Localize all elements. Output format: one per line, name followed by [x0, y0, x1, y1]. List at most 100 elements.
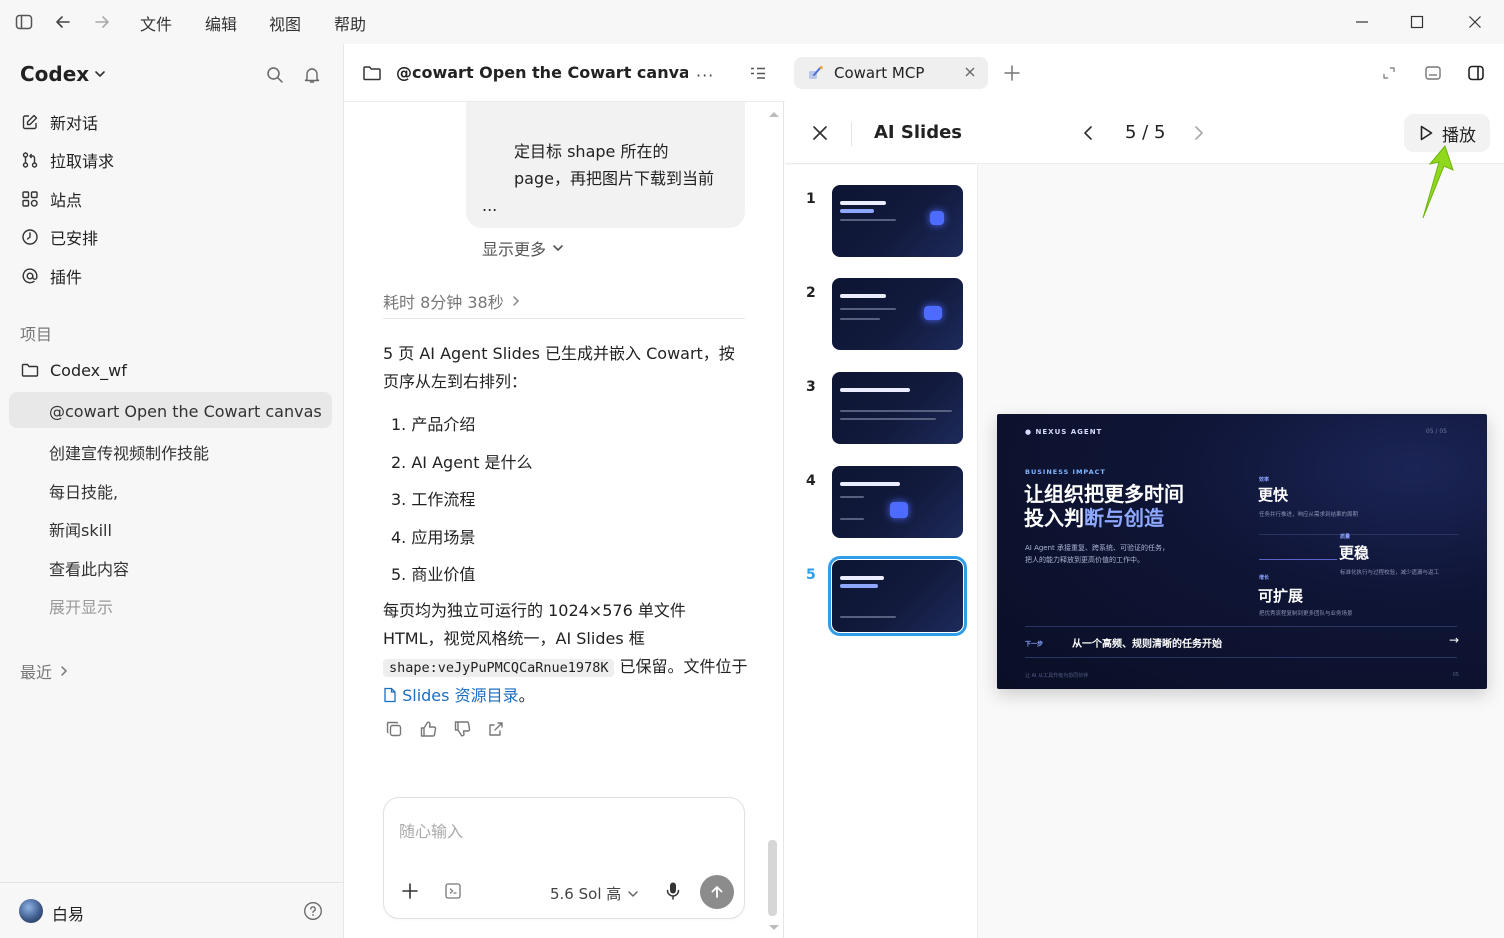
project-name: Codex_wf — [50, 360, 127, 380]
bell-icon[interactable] — [301, 64, 323, 86]
slide-subtitle: AI Agent 承接重复、跨系统、可验证的任务， 把人的能力释放到更高价值的工… — [1025, 542, 1169, 566]
new-tab-icon[interactable] — [1003, 64, 1021, 82]
microphone-icon[interactable] — [664, 881, 682, 901]
maximize-button[interactable] — [1405, 10, 1429, 34]
thread-item[interactable]: 新闻skill — [49, 517, 112, 541]
outline-list-icon[interactable] — [749, 64, 767, 82]
sidebar-toggle-icon[interactable] — [13, 11, 35, 33]
arrow-right-icon: → — [1448, 633, 1459, 647]
paragraph-text: 每页均为独立可运行的 1024×576 单文件 HTML，视觉风格统一，AI S… — [383, 601, 686, 648]
slide-thumbnail[interactable] — [832, 185, 963, 257]
message-actions — [385, 720, 505, 738]
canvas-panel: Cowart MCP AI Slides 5 / 5 播放 1 2 3 4 5 … — [785, 44, 1504, 938]
play-label: 播放 — [1442, 125, 1476, 146]
chevron-left-icon — [1084, 126, 1092, 140]
slide-thumbnail[interactable] — [832, 278, 963, 350]
file-icon — [384, 687, 396, 703]
sidebar-item-new-chat[interactable]: 新对话 — [20, 107, 98, 137]
menu-file[interactable]: 文件 — [140, 11, 172, 35]
slide-thumbnail[interactable] — [832, 466, 963, 538]
expand-icon[interactable] — [1381, 65, 1397, 81]
prev-slide-button[interactable] — [1080, 124, 1096, 142]
list-item: 5. 商业价值 — [391, 565, 476, 584]
forward-arrow-icon[interactable] — [91, 11, 113, 33]
more-options-icon[interactable]: ··· — [696, 66, 714, 85]
menu-edit[interactable]: 编辑 — [205, 11, 237, 35]
slide-thumbnail[interactable] — [832, 372, 963, 444]
chevron-right-icon — [61, 666, 68, 676]
page-indicator: 5 / 5 — [1125, 122, 1166, 143]
back-arrow-icon[interactable] — [52, 11, 74, 33]
slide-kicker: BUSINESS IMPACT — [1025, 468, 1106, 476]
chevron-down-icon — [628, 890, 639, 897]
slide-page: 05 / 05 — [1425, 428, 1447, 435]
slide-brand: ● NEXUS AGENT — [1025, 428, 1103, 436]
thread-item[interactable]: 每日技能, — [49, 479, 118, 503]
sidebar-item-pull-requests[interactable]: 拉取请求 — [20, 145, 114, 175]
message-input[interactable]: 随心输入 — [399, 818, 463, 842]
sidebar-item-plugins[interactable]: 插件 — [20, 261, 82, 291]
send-button[interactable] — [700, 875, 734, 909]
list-item: 3. 工作流程 — [391, 490, 476, 509]
thumbs-up-icon[interactable] — [419, 720, 437, 738]
pull-request-icon — [20, 150, 40, 170]
thread-item[interactable]: 创建宣传视频制作技能 — [49, 440, 209, 464]
scroll-down-icon[interactable] — [768, 924, 780, 932]
project-folder[interactable]: Codex_wf — [20, 355, 127, 385]
shape-id-code: shape:veJyPuPMCQCaRnue1978K — [383, 659, 615, 677]
grid-icon — [20, 189, 40, 209]
next-slide-button[interactable] — [1191, 124, 1207, 142]
workspace-switcher[interactable]: Codex — [20, 62, 107, 86]
skills-icon[interactable] — [444, 882, 462, 900]
thumb-number-active: 5 — [806, 567, 816, 583]
menu-help[interactable]: 帮助 — [334, 11, 366, 35]
model-selector[interactable]: 5.6 Sol 高 — [550, 883, 639, 904]
scrollbar-thumb[interactable] — [768, 840, 777, 916]
sidebar-item-sites[interactable]: 站点 — [20, 184, 82, 214]
sidebar: Codex 新对话 拉取请求 站点 已安排 插件 项目 Codex_wf @co… — [0, 44, 343, 938]
avatar[interactable] — [19, 899, 43, 923]
user-name[interactable]: 白易 — [52, 901, 84, 925]
brand-name: Codex — [20, 62, 90, 86]
scroll-up-icon[interactable] — [768, 110, 780, 118]
thumb-number: 4 — [806, 473, 816, 489]
add-attachment-icon[interactable] — [401, 882, 419, 900]
recent-section[interactable]: 最近 — [20, 659, 70, 683]
col-title: 更稳 — [1339, 544, 1370, 562]
expand-threads-link[interactable]: 展开显示 — [49, 594, 113, 618]
slides-title: AI Slides — [874, 122, 963, 143]
close-icon[interactable] — [812, 125, 828, 141]
close-tab-icon[interactable] — [964, 66, 976, 78]
sidebar-item-scheduled[interactable]: 已安排 — [20, 222, 98, 252]
minimize-button[interactable] — [1350, 10, 1374, 34]
bubble-line: 定目标 shape 所在的 — [514, 142, 669, 161]
thumb-number: 2 — [806, 285, 816, 301]
divider — [1025, 626, 1457, 627]
help-icon[interactable] — [303, 901, 323, 921]
show-more-label: 显示更多 — [482, 240, 547, 259]
bottom-panel-icon[interactable] — [1424, 64, 1442, 82]
divider — [1259, 559, 1337, 560]
thread-item[interactable]: @cowart Open the Cowart canvas f — [49, 402, 321, 421]
show-more-button[interactable]: 显示更多 — [482, 236, 564, 260]
col-desc: 任务并行推进，响应从需求到结果的周期 — [1259, 512, 1359, 518]
divider — [851, 122, 852, 146]
clock-icon — [20, 227, 40, 247]
model-label: 5.6 Sol 高 — [550, 885, 622, 903]
menu-view[interactable]: 视图 — [269, 11, 301, 35]
right-panel-toggle-icon[interactable] — [1467, 64, 1485, 82]
thread-item[interactable]: 查看此内容 — [49, 556, 129, 580]
slide-thumbnail-active[interactable] — [828, 556, 967, 636]
search-icon[interactable] — [264, 64, 286, 86]
share-icon[interactable] — [487, 720, 505, 738]
cowart-icon — [808, 65, 824, 81]
copy-icon[interactable] — [385, 720, 403, 738]
close-window-button[interactable] — [1463, 10, 1487, 34]
sidebar-item-label: 已安排 — [50, 229, 99, 248]
thumbs-down-icon[interactable] — [453, 720, 471, 738]
divider — [383, 318, 745, 319]
tab-cowart-mcp[interactable]: Cowart MCP — [794, 57, 988, 89]
slide-preview: ● NEXUS AGENT 05 / 05 BUSINESS IMPACT 让组… — [997, 414, 1487, 689]
elapsed-time-toggle[interactable]: 耗时 8分钟 38秒 — [383, 289, 522, 313]
slides-directory-link[interactable]: Slides 资源目录 — [383, 686, 519, 705]
